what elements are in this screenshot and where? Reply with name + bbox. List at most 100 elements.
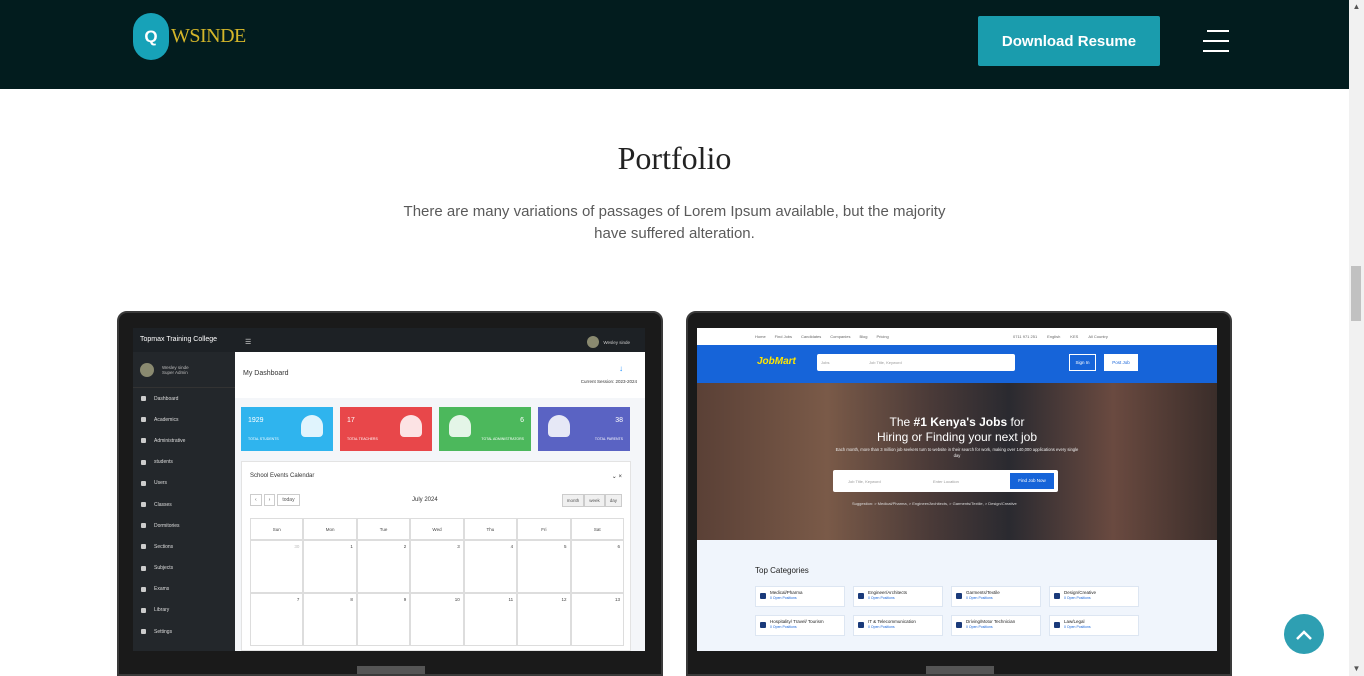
- calendar-day-header: Mon: [303, 518, 357, 540]
- stat-icon: [400, 415, 422, 437]
- site-header: Q WSINDE Download Resume: [0, 0, 1349, 89]
- sidebar-item-label: Administrative: [154, 437, 186, 444]
- calendar-title: School Events Calendar: [250, 473, 315, 479]
- jobmart-top-right: 0711 971 251 English KES All Country: [1013, 334, 1108, 339]
- category-card: Law/Legal 0 Open Positions: [1049, 615, 1139, 636]
- top-link: Find Jobs: [774, 334, 793, 339]
- calendar-cell: 1: [303, 540, 357, 593]
- calendar-cell: 13: [570, 593, 624, 646]
- sidebar-item-label: Subjects: [154, 565, 174, 572]
- nav-icon: [141, 565, 146, 571]
- dashboard-user: Wesley sinde Super Admin: [133, 352, 235, 388]
- stat-value: 38: [615, 417, 623, 424]
- portfolio-item-jobmart[interactable]: Home Find Jobs Candidates Companies Blog Pric…: [686, 311, 1232, 676]
- jobmart-navbar: JobMart Jobs Job Title, Keyword Sign In …: [697, 345, 1217, 383]
- section-title: Portfolio: [617, 140, 732, 176]
- calendar-month: July 2024: [412, 497, 438, 503]
- current-session: Current Session: 2023-2024: [580, 379, 637, 384]
- scroll-down-arrow-icon[interactable]: ▼: [1349, 662, 1364, 676]
- nav-icon: [141, 417, 146, 423]
- search-placeholder: Job Title, Keyword: [869, 360, 902, 365]
- calendar-cell: 12: [517, 593, 571, 646]
- events-calendar: School Events Calendar ⌄ × ‹ › today July …: [241, 461, 631, 651]
- calendar-cell: 7: [250, 593, 304, 646]
- stat-tile: 17 TOTAL TEACHERS: [340, 407, 432, 451]
- calendar-controls-icon: ⌄ ×: [611, 474, 622, 480]
- laptop-stand: [926, 666, 994, 674]
- logo-text: WSINDE: [171, 25, 246, 47]
- hamburger-icon[interactable]: [1203, 30, 1229, 52]
- calendar-cell: 11: [463, 593, 518, 646]
- scroll-up-arrow-icon[interactable]: ▲: [1349, 0, 1364, 14]
- category-cards: Medical/Pharma 0 Open Positions Engineer/A…: [755, 586, 1145, 636]
- sidebar-item-label: Users: [154, 480, 168, 487]
- nav-icon: [141, 629, 146, 635]
- sidebar-item-label: Dashboard: [154, 395, 179, 402]
- stat-value: 1929: [248, 417, 264, 424]
- page: Q WSINDE Download Resume ▲ ▼ Portfolio T…: [0, 0, 1364, 676]
- calendar-cell: 10: [410, 593, 464, 646]
- stat-label: TOTAL ADMINISTRATORS: [481, 437, 524, 441]
- category-card: Design/Creative 0 Open Positions: [1049, 586, 1139, 607]
- hero-line1-bold: #1 Kenya's Jobs: [913, 415, 1008, 429]
- sidebar-item: students: [133, 452, 235, 473]
- top-user-name: Wesley sinde: [603, 339, 630, 345]
- sidebar-item-label: Classes: [154, 501, 172, 508]
- page-scrollbar[interactable]: ▲ ▼: [1349, 0, 1364, 676]
- category-icon: [858, 593, 864, 599]
- menu-toggle-icon: ☰: [245, 339, 252, 346]
- sidebar-item-label: Sections: [154, 543, 174, 550]
- stat-tiles: 1929 TOTAL STUDENTS 17 TOTAL TEACHERS 6 TOTAL…: [241, 407, 630, 451]
- hero-subtext: Each month, more than 3 million job seek…: [835, 447, 1079, 458]
- category-card: Hospitality/ Travel/ Tourism 0 Open Posit…: [755, 615, 845, 636]
- category-card: Driving/Motor Technician 0 Open Positions: [951, 615, 1041, 636]
- sidebar-item-label: Settings: [154, 628, 173, 635]
- dashboard-header: My Dashboard ↓ Current Session: 2023-202…: [235, 352, 645, 398]
- category-card: IT & Telecommunication 0 Open Positions: [853, 615, 943, 636]
- category-open: 0 Open Positions: [770, 596, 797, 600]
- top-link: Candidates: [801, 334, 822, 339]
- scrollbar-thumb[interactable]: [1351, 266, 1361, 321]
- top-link: Blog: [859, 334, 868, 339]
- dashboard-brand: Topmax Training College: [133, 328, 235, 352]
- hero-search: Job Title, Keyword Enter Location Find J…: [833, 470, 1058, 492]
- sidebar-item: Exams: [133, 579, 235, 600]
- category-card: Engineer/Architects 0 Open Positions: [853, 586, 943, 607]
- user-role: Super Admin: [162, 369, 188, 375]
- calendar-views: month week day: [561, 494, 622, 507]
- jobmart-screenshot: Home Find Jobs Candidates Companies Blog Pric…: [697, 328, 1217, 651]
- portfolio-item-dashboard[interactable]: Topmax Training College Wesley sinde Supe…: [117, 311, 663, 676]
- category-icon: [956, 622, 962, 628]
- category-name: Design/Creative: [1064, 590, 1097, 595]
- dashboard-screenshot: Topmax Training College Wesley sinde Supe…: [133, 328, 645, 651]
- dashboard-main: My Dashboard ↓ Current Session: 2023-202…: [235, 352, 645, 651]
- category-open: 0 Open Positions: [966, 596, 993, 600]
- nav-icon: [141, 544, 146, 550]
- jobmart-hero: The #1 Kenya's Jobs for Hiring or Findin…: [697, 383, 1217, 540]
- top-right-item: 0711 971 251: [1013, 334, 1038, 339]
- category-name: Medical/Pharma: [770, 590, 803, 595]
- dashboard-page-title: My Dashboard: [243, 370, 289, 377]
- chevron-up-icon[interactable]: [1284, 614, 1324, 654]
- category-icon: [760, 593, 766, 599]
- category-open: 0 Open Positions: [1064, 596, 1091, 600]
- hero-suggestion: Suggestion: > Medical/Pharma, > Engineer…: [852, 501, 1017, 506]
- stat-value: 6: [520, 417, 524, 424]
- today-button: today: [277, 494, 300, 506]
- top-right-item: KES: [1070, 334, 1079, 339]
- calendar-view-button: month: [561, 494, 585, 507]
- category-name: Engineer/Architects: [868, 590, 908, 595]
- hero-location: Enter Location: [933, 479, 959, 484]
- sidebar-item-label: Exams: [154, 586, 170, 593]
- stat-tile: 1929 TOTAL STUDENTS: [241, 407, 333, 451]
- sidebar-item: Subjects: [133, 558, 235, 579]
- category-icon: [1054, 593, 1060, 599]
- jobmart-topbar: Home Find Jobs Candidates Companies Blog Pric…: [697, 328, 1217, 345]
- download-resume-button[interactable]: Download Resume: [978, 16, 1160, 66]
- site-logo[interactable]: Q WSINDE: [133, 13, 246, 60]
- post-job-button: Post Job: [1104, 354, 1138, 371]
- avatar: [587, 336, 600, 348]
- back-to-top-glyph: [1296, 630, 1312, 640]
- calendar-nav: ‹ › today: [250, 494, 300, 506]
- nav-icon: [141, 438, 146, 444]
